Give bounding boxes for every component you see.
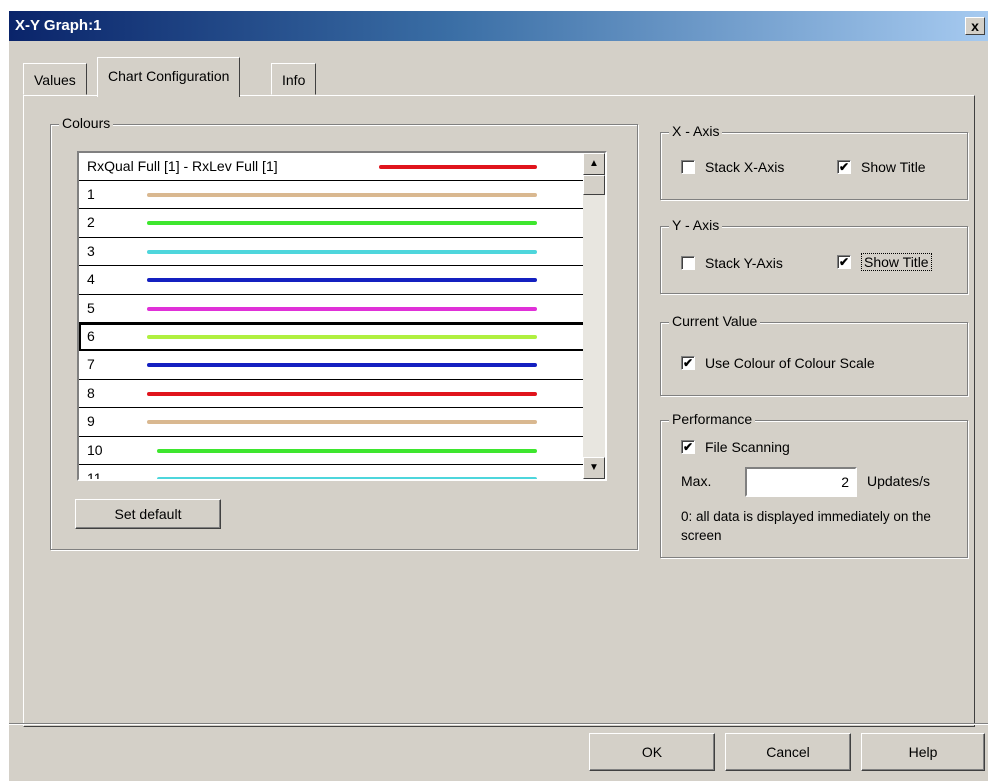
colour-row-label: 7	[87, 356, 95, 373]
tab-chart-configuration-label: Chart Configuration	[108, 68, 230, 84]
colours-list-rows: RxQual Full [1] - RxLev Full [1] 1 2 3 4 5 6 7 8…	[79, 153, 585, 481]
close-icon: x	[971, 18, 979, 34]
colour-swatch-line	[147, 306, 537, 311]
help-button[interactable]: Help	[861, 733, 985, 771]
colour-swatch-line	[157, 448, 537, 453]
x-axis-group-title: X - Axis	[669, 123, 723, 139]
y-show-title-box[interactable]: ✔	[837, 255, 851, 269]
tab-info[interactable]: Info	[271, 63, 317, 95]
performance-hint: 0: all data is displayed immediately on …	[681, 509, 931, 543]
colours-list-scrollbar[interactable]: ▲ ▼	[583, 153, 605, 479]
stack-x-axis-label: Stack X-Axis	[705, 159, 785, 175]
colour-row[interactable]: 6	[79, 322, 585, 352]
performance-group-title: Performance	[669, 411, 756, 427]
colour-row-label: 9	[87, 413, 95, 430]
colour-row[interactable]: RxQual Full [1] - RxLev Full [1]	[79, 153, 585, 181]
current-value-group-title: Current Value	[669, 313, 761, 329]
colour-swatch-line	[147, 249, 537, 254]
y-show-title-label: Show Title	[861, 253, 932, 271]
max-updates-input[interactable]	[745, 467, 857, 497]
x-axis-group: X - Axis Stack X-Axis ✔ Show Title	[660, 123, 968, 200]
use-colour-scale-box[interactable]: ✔	[681, 356, 695, 370]
y-axis-group-title: Y - Axis	[669, 217, 723, 233]
ok-button[interactable]: OK	[589, 733, 715, 771]
x-show-title-label: Show Title	[861, 159, 926, 175]
cancel-label: Cancel	[766, 744, 810, 760]
use-colour-scale-checkbox[interactable]: ✔ Use Colour of Colour Scale	[681, 355, 875, 371]
close-button[interactable]: x	[965, 17, 985, 35]
scroll-thumb[interactable]	[583, 175, 605, 195]
colour-swatch-line	[147, 391, 537, 396]
colour-swatch-line	[157, 476, 537, 479]
ok-label: OK	[641, 744, 663, 760]
stack-x-axis-checkbox[interactable]: Stack X-Axis	[681, 159, 784, 175]
set-default-label: Set default	[114, 506, 182, 522]
help-label: Help	[908, 744, 938, 760]
scroll-up-icon: ▲	[589, 158, 599, 169]
file-scanning-box[interactable]: ✔	[681, 440, 695, 454]
colour-row[interactable]: 7	[79, 351, 585, 380]
x-show-title-box[interactable]: ✔	[837, 160, 851, 174]
y-axis-group: Y - Axis Stack Y-Axis ✔ Show Title	[660, 217, 968, 294]
file-scanning-label: File Scanning	[705, 439, 790, 455]
colour-row-label: 2	[87, 214, 95, 231]
colours-group: Colours RxQual Full [1] - RxLev Full [1]…	[50, 115, 638, 550]
x-show-title-checkbox[interactable]: ✔ Show Title	[837, 159, 926, 175]
colour-swatch-line	[147, 278, 537, 283]
tab-values-label: Values	[34, 72, 76, 88]
scroll-down-button[interactable]: ▼	[583, 457, 605, 479]
colour-row[interactable]: 5	[79, 294, 585, 323]
colour-row-label: 4	[87, 271, 95, 288]
file-scanning-checkbox[interactable]: ✔ File Scanning	[681, 439, 790, 455]
current-value-group: Current Value ✔ Use Colour of Colour Sca…	[660, 313, 968, 396]
colour-row-label: 3	[87, 242, 95, 259]
colour-swatch-line	[147, 334, 537, 339]
colour-row[interactable]: 4	[79, 266, 585, 295]
colour-swatch-line	[379, 165, 537, 169]
performance-group: Performance ✔ File Scanning Max. Updates…	[660, 411, 968, 558]
dialog-window: X-Y Graph:1 x Values Chart Configuration…	[8, 10, 988, 781]
footer-divider	[9, 723, 988, 725]
stack-x-axis-box[interactable]	[681, 160, 695, 174]
window-title: X-Y Graph:1	[15, 17, 102, 34]
use-colour-scale-label: Use Colour of Colour Scale	[705, 355, 875, 371]
colours-group-title: Colours	[59, 115, 114, 131]
colour-swatch-line	[147, 363, 537, 368]
scroll-down-icon: ▼	[589, 462, 599, 473]
colour-row-label: 5	[87, 299, 95, 316]
colour-row-label: 6	[87, 327, 95, 344]
set-default-button[interactable]: Set default	[75, 499, 221, 529]
tab-chart-configuration[interactable]: Chart Configuration	[97, 57, 241, 97]
colour-row[interactable]: 2	[79, 209, 585, 238]
title-bar[interactable]: X-Y Graph:1 x	[9, 11, 988, 41]
colour-row-label: 10	[87, 441, 103, 458]
y-show-title-checkbox[interactable]: ✔ Show Title	[837, 253, 932, 271]
scroll-up-button[interactable]: ▲	[583, 153, 605, 175]
colour-row[interactable]: 8	[79, 379, 585, 409]
colour-row-label: 8	[87, 384, 95, 401]
colour-row-label: RxQual Full [1] - RxLev Full [1]	[87, 158, 278, 174]
colour-row-label: 1	[87, 186, 95, 202]
colour-swatch-line	[147, 420, 537, 425]
max-label: Max.	[681, 473, 712, 489]
colour-row[interactable]: 1	[79, 181, 585, 210]
colour-row[interactable]: 11	[79, 464, 585, 481]
tab-values[interactable]: Values	[23, 63, 87, 95]
stack-y-axis-box[interactable]	[681, 256, 695, 270]
colour-swatch-line	[147, 221, 537, 226]
cancel-button[interactable]: Cancel	[725, 733, 851, 771]
chart-configuration-panel: Colours RxQual Full [1] - RxLev Full [1]…	[23, 95, 975, 727]
colour-row[interactable]: 9	[79, 408, 585, 437]
updates-unit-label: Updates/s	[867, 473, 931, 489]
stack-y-axis-checkbox[interactable]: Stack Y-Axis	[681, 255, 783, 271]
colour-row-label: 11	[87, 469, 102, 481]
colour-row[interactable]: 3	[79, 237, 585, 267]
tab-info-label: Info	[282, 72, 306, 88]
colours-list[interactable]: RxQual Full [1] - RxLev Full [1] 1 2 3 4 5 6 7 8…	[77, 151, 607, 481]
stack-y-axis-label: Stack Y-Axis	[705, 255, 783, 271]
colour-swatch-line	[147, 193, 537, 197]
colour-row[interactable]: 10	[79, 436, 585, 465]
